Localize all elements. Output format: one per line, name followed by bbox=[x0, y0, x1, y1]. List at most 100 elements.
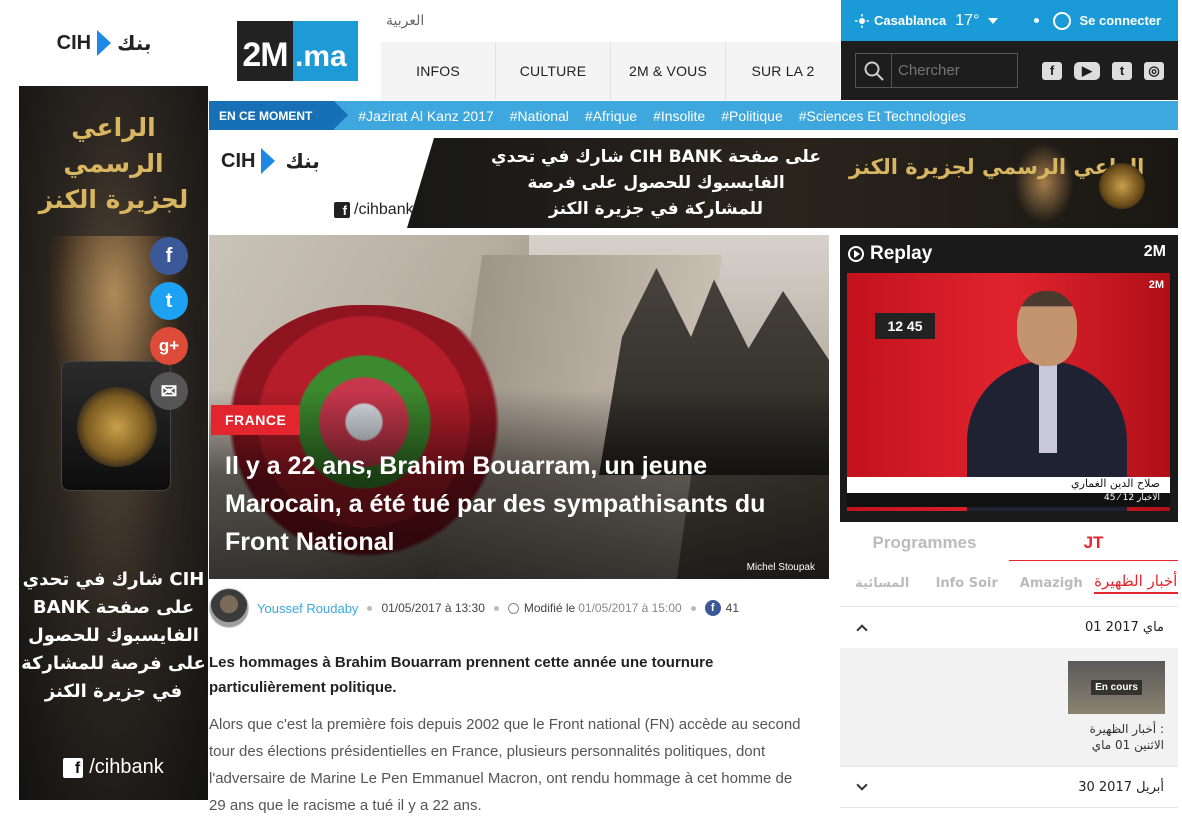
video-caption-title: أخبار الظهيرة : bbox=[1089, 722, 1164, 736]
category-badge[interactable]: FRANCE bbox=[211, 405, 301, 435]
bank-logo-text: بنك bbox=[285, 149, 320, 173]
tiger-emblem-icon bbox=[1099, 163, 1145, 209]
weather-widget[interactable]: Casablanca 17° bbox=[855, 11, 999, 30]
article-lead: Les hommages à Brahim Bouarram prennent … bbox=[209, 654, 714, 696]
instagram-icon[interactable]: ◎ bbox=[1144, 61, 1164, 80]
facebook-icon: f bbox=[165, 244, 173, 267]
date-accordion-header[interactable]: 30 أبريل 2017 bbox=[840, 766, 1178, 808]
separator-dot bbox=[690, 605, 696, 611]
nav-item-2m-vous[interactable]: 2M & VOUS bbox=[611, 42, 726, 100]
facebook-share-count: 41 bbox=[725, 601, 740, 615]
ticker-tag[interactable]: #Insolite bbox=[653, 108, 705, 124]
chevron-up-icon bbox=[856, 623, 868, 636]
modified-date: 01/05/2017 à 15:00 bbox=[578, 601, 682, 615]
ticker-tag[interactable]: #Afrique bbox=[585, 108, 637, 124]
tab-jt[interactable]: JT bbox=[1009, 525, 1178, 561]
twitter-icon: t bbox=[165, 289, 173, 312]
cih-ribbon-icon bbox=[261, 148, 276, 174]
facebook-icon: f bbox=[704, 600, 721, 616]
ticker-tag[interactable]: #Jazirat Al Kanz 2017 bbox=[358, 108, 493, 124]
article-title[interactable]: Il y a 22 ans, Brahim Bouarram, un jeune… bbox=[225, 447, 815, 561]
search-input[interactable] bbox=[898, 62, 1013, 79]
skin-ad-title: الراعي الرسمي لجزيرة الكنز bbox=[38, 113, 189, 214]
clock-icon bbox=[507, 602, 519, 614]
facebook-icon: f bbox=[63, 757, 84, 778]
banner-advertisement[interactable]: CIH بنك f /cihbank شارك في تحدي CIH BANK… bbox=[209, 138, 1178, 228]
facebook-icon[interactable]: f bbox=[1042, 61, 1062, 80]
youtube-icon[interactable]: ▶ bbox=[1074, 61, 1100, 80]
cih-ribbon-icon bbox=[97, 30, 112, 56]
sun-icon bbox=[855, 13, 869, 28]
banner-facebook-link[interactable]: f /cihbank bbox=[334, 201, 414, 219]
ticker-tag[interactable]: #Politique bbox=[721, 108, 783, 124]
date-accordion-panel: En cours أخبار الظهيرة : الاثنين 01 ماي bbox=[840, 648, 1178, 766]
bank-logo-text: بنك bbox=[117, 31, 152, 55]
subtab-almasaiya[interactable]: المسائية bbox=[840, 576, 925, 591]
hero-article[interactable]: FRANCE Il y a 22 ans, Brahim Bouarram, u… bbox=[209, 235, 829, 579]
site-logo[interactable]: 2M .ma bbox=[237, 21, 358, 81]
search-box[interactable] bbox=[855, 53, 1018, 88]
mail-icon: ✉ bbox=[160, 380, 178, 403]
replay-video-player[interactable]: 12 45 2M صلاح الدين الغماري 45 ⁄ 12 الأخ… bbox=[847, 273, 1170, 511]
replay-subtabs: المسائية Info Soir Amazigh أخبار الظهيرة bbox=[840, 561, 1178, 606]
video-channel-logo: 2M bbox=[1148, 279, 1164, 291]
photo-credit: Michel Stoupak bbox=[746, 562, 815, 573]
banner-facebook-handle: /cihbank bbox=[354, 201, 414, 218]
main-navigation: INFOS CULTURE 2M & VOUS SUR LA 2 bbox=[381, 42, 840, 100]
ticker-tag[interactable]: #National bbox=[510, 108, 569, 124]
search-bar-area: f ▶ t ◎ bbox=[841, 41, 1178, 100]
video-status-badge: En cours bbox=[1091, 680, 1142, 695]
share-googleplus-button[interactable]: g+ bbox=[150, 327, 188, 365]
article-body: Alors que c'est la première fois depuis … bbox=[209, 716, 801, 814]
news-program-badge: 12 45 bbox=[875, 313, 935, 339]
top-utility-bar: Casablanca 17° Se connecter bbox=[841, 0, 1178, 41]
channel-logo: 2M bbox=[1143, 243, 1166, 260]
user-icon bbox=[1053, 11, 1072, 30]
author-avatar[interactable] bbox=[209, 588, 249, 628]
share-mail-button[interactable]: ✉ bbox=[150, 372, 188, 410]
modified-label: Modifié le bbox=[523, 601, 576, 615]
cih-logo-text: CIH bbox=[221, 149, 256, 172]
tiger-emblem-icon bbox=[77, 387, 157, 467]
share-twitter-button[interactable]: t bbox=[150, 282, 188, 320]
ticker-label: EN CE MOMENT bbox=[209, 101, 349, 130]
social-links: f ▶ t ◎ bbox=[1042, 61, 1164, 80]
login-link[interactable]: Se connecter bbox=[1034, 11, 1161, 30]
author-name[interactable]: Youssef Roudaby bbox=[257, 601, 358, 616]
skin-facebook-link[interactable]: f /cihbank bbox=[19, 756, 208, 779]
weather-city: Casablanca bbox=[874, 13, 947, 28]
subtab-info-soir[interactable]: Info Soir bbox=[925, 576, 1010, 591]
skin-facebook-handle: /cihbank bbox=[89, 756, 164, 778]
share-facebook-button[interactable]: f bbox=[150, 237, 188, 275]
skin-advertisement[interactable]: الراعي الرسمي لجزيرة الكنز شارك في تحدي … bbox=[19, 86, 208, 800]
language-switch-link[interactable]: العربية bbox=[386, 12, 424, 29]
weather-temperature: 17° bbox=[955, 11, 980, 29]
banner-message: شارك في تحدي CIH BANK على صفحة الفايسبوك… bbox=[491, 147, 821, 219]
video-caption-date: الاثنين 01 ماي bbox=[1091, 738, 1164, 752]
video-thumbnail[interactable]: En cours bbox=[1068, 661, 1165, 714]
tab-programmes[interactable]: Programmes bbox=[840, 525, 1009, 561]
cih-bank-logo[interactable]: CIH بنك bbox=[0, 0, 208, 86]
googleplus-icon: g+ bbox=[158, 336, 180, 355]
accordion-date: 01 ماي 2017 bbox=[1084, 620, 1164, 635]
separator-dot bbox=[493, 605, 499, 611]
search-button[interactable] bbox=[856, 54, 892, 87]
separator-dot bbox=[367, 605, 373, 611]
replay-tabs: Programmes JT bbox=[840, 525, 1178, 561]
subtab-amazigh[interactable]: Amazigh bbox=[1009, 576, 1094, 591]
article-meta: Youssef Roudaby 01/05/2017 à 13:30 Modif… bbox=[209, 588, 829, 628]
nav-item-infos[interactable]: INFOS bbox=[381, 42, 496, 100]
video-caption[interactable]: أخبار الظهيرة : الاثنين 01 ماي bbox=[964, 721, 1164, 753]
nav-item-culture[interactable]: CULTURE bbox=[496, 42, 611, 100]
date-accordion-header[interactable]: 01 ماي 2017 bbox=[840, 606, 1178, 648]
bullet-icon bbox=[1034, 18, 1040, 23]
ticker-tag[interactable]: #Sciences Et Technologies bbox=[799, 108, 966, 124]
play-icon bbox=[848, 245, 864, 262]
nav-item-sur-la-2[interactable]: SUR LA 2 bbox=[726, 42, 840, 100]
publish-date: 01/05/2017 à 13:30 bbox=[381, 601, 485, 615]
twitter-icon[interactable]: t bbox=[1112, 61, 1132, 80]
logo-2m-text: 2M bbox=[237, 21, 293, 81]
subtab-akhbar-addohr[interactable]: أخبار الظهيرة bbox=[1093, 573, 1178, 594]
facebook-icon: f bbox=[334, 202, 350, 218]
search-icon bbox=[864, 61, 884, 81]
